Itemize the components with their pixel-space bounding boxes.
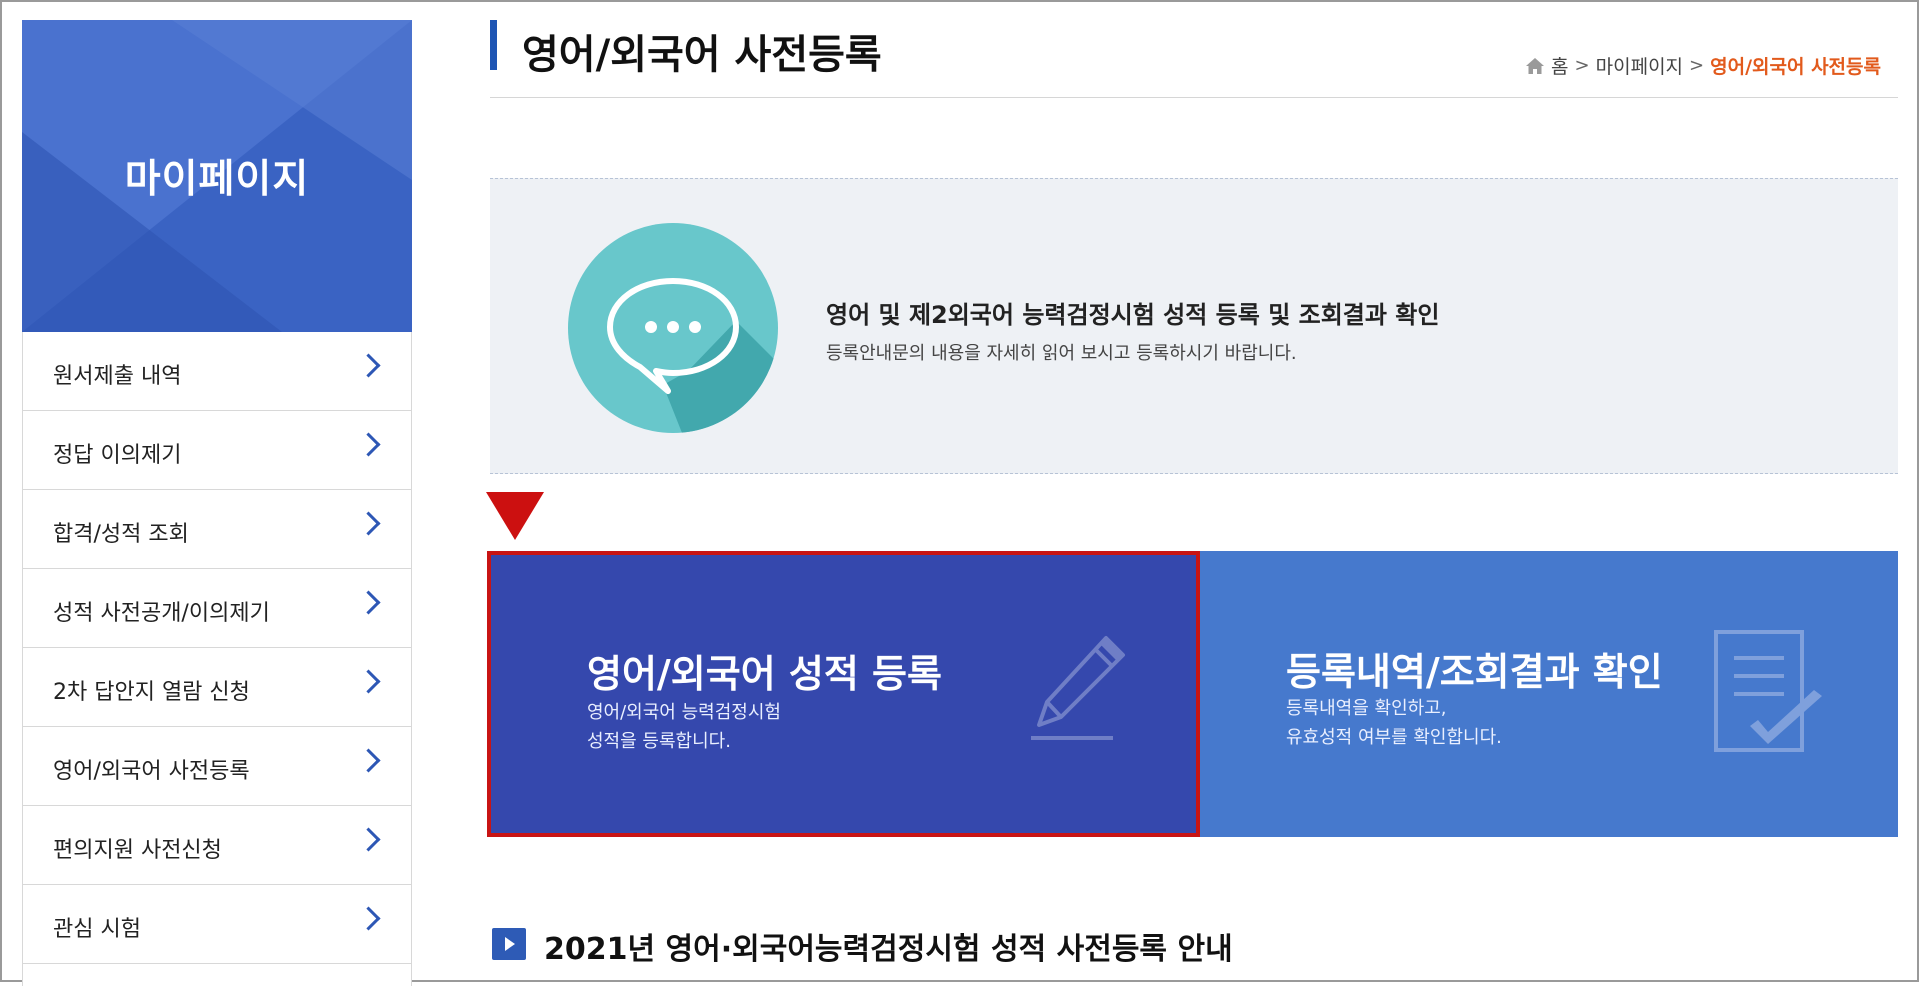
sidebar-item-label: 원서제출 내역 — [53, 364, 182, 389]
sidebar-title: 마이페이지 — [124, 157, 310, 202]
breadcrumb-separator: > — [1574, 55, 1590, 76]
sidebar-item-score-preview[interactable]: 성적 사전공개/이의제기 — [23, 569, 411, 648]
breadcrumb-separator: > — [1689, 55, 1705, 76]
pencil-icon — [1031, 636, 1125, 740]
chevron-right-icon — [356, 511, 381, 536]
register-card-title: 영어/외국어 성적 등록 — [587, 652, 942, 696]
register-card-description: 영어/외국어 능력검정시험 성적을 등록합니다. — [587, 698, 781, 756]
history-card-title: 등록내역/조회결과 확인 — [1286, 650, 1663, 694]
sidebar-item-label: 관심 시험 — [53, 917, 141, 942]
chevron-right-icon — [356, 432, 381, 457]
chevron-right-icon — [356, 906, 381, 931]
sidebar-item-result-lookup[interactable]: 합격/성적 조회 — [23, 490, 411, 569]
sidebar-item-answer-objection[interactable]: 정답 이의제기 — [23, 411, 411, 490]
chevron-right-icon — [356, 590, 381, 615]
info-box: 영어 및 제2외국어 능력검정시험 성적 등록 및 조회결과 확인 등록안내문의… — [490, 178, 1898, 474]
title-accent-bar — [490, 20, 497, 70]
breadcrumb-mypage[interactable]: 마이페이지 — [1596, 52, 1683, 79]
sidebar-menu: 원서제출 내역 정답 이의제기 합격/성적 조회 성적 사전공개/이의제기 2차… — [23, 332, 411, 964]
sidebar: 마이페이지 원서제출 내역 정답 이의제기 합격/성적 조회 성적 사전공개/이… — [22, 20, 412, 986]
history-card-desc-line: 등록내역을 확인하고, — [1286, 698, 1447, 719]
history-card-desc-line: 유효성적 여부를 확인합니다. — [1286, 727, 1502, 748]
breadcrumb-home[interactable]: 홈 — [1551, 52, 1568, 79]
sidebar-item-language-preregistration[interactable]: 영어/외국어 사전등록 — [23, 727, 411, 806]
sidebar-item-label: 2차 답안지 열람 신청 — [53, 680, 250, 705]
breadcrumb: 홈 > 마이페이지 > 영어/외국어 사전등록 — [1525, 52, 1881, 79]
header-divider — [490, 97, 1898, 98]
down-triangle-icon — [486, 492, 544, 540]
sidebar-item-accommodation-request[interactable]: 편의지원 사전신청 — [23, 806, 411, 885]
register-card-desc-line: 성적을 등록합니다. — [587, 731, 731, 752]
section-title: 2021년 영어·외국어능력검정시험 성적 사전등록 안내 — [544, 932, 1233, 967]
chevron-right-icon — [356, 353, 381, 378]
sidebar-item-answer-sheet-view[interactable]: 2차 답안지 열람 신청 — [23, 648, 411, 727]
sidebar-item-application-history[interactable]: 원서제출 내역 — [23, 332, 411, 411]
register-card-desc-line: 영어/외국어 능력검정시험 — [587, 702, 781, 723]
chat-bubble-icon — [568, 223, 778, 433]
chevron-right-icon — [356, 669, 381, 694]
document-check-icon — [1714, 630, 1822, 752]
sidebar-item-favorite-exams[interactable]: 관심 시험 — [23, 885, 411, 964]
check-history-button[interactable]: 등록내역/조회결과 확인 등록내역을 확인하고, 유효성적 여부를 확인합니다. — [1200, 551, 1898, 837]
sidebar-item-label: 영어/외국어 사전등록 — [53, 759, 250, 784]
info-title: 영어 및 제2외국어 능력검정시험 성적 등록 및 조회결과 확인 — [826, 301, 1440, 329]
info-description: 등록안내문의 내용을 자세히 읽어 보시고 등록하시기 바랍니다. — [826, 343, 1297, 364]
sidebar-item-label: 정답 이의제기 — [53, 443, 182, 468]
sidebar-item-label: 합격/성적 조회 — [53, 522, 189, 547]
breadcrumb-current: 영어/외국어 사전등록 — [1710, 56, 1881, 78]
history-card-description: 등록내역을 확인하고, 유효성적 여부를 확인합니다. — [1286, 694, 1502, 752]
sidebar-item-label: 성적 사전공개/이의제기 — [53, 601, 270, 626]
play-square-icon — [492, 928, 526, 960]
register-score-button[interactable]: 영어/외국어 성적 등록 영어/외국어 능력검정시험 성적을 등록합니다. — [487, 551, 1200, 837]
sidebar-item-label: 편의지원 사전신청 — [53, 838, 222, 863]
sidebar-header: 마이페이지 — [22, 20, 412, 332]
chevron-right-icon — [356, 827, 381, 852]
home-icon[interactable] — [1525, 57, 1545, 75]
page-title: 영어/외국어 사전등록 — [522, 32, 882, 78]
chevron-right-icon — [356, 748, 381, 773]
